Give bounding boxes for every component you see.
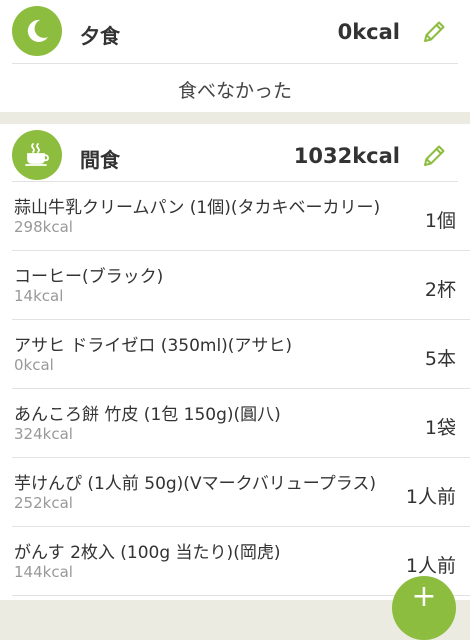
snack-edit-pencil-icon[interactable] <box>420 142 448 170</box>
food-item-kcal: 144kcal <box>14 563 73 581</box>
dinner-card: 夕食 0kcal 食べなかった <box>0 0 470 112</box>
food-item-name: アサヒ ドライゼロ (350ml)(アサヒ) <box>14 336 293 356</box>
dinner-header: 夕食 0kcal <box>0 0 470 60</box>
food-item-kcal: 324kcal <box>14 425 73 443</box>
food-item-qty: 2杯 <box>424 279 456 301</box>
food-item-name: コーヒー(ブラック) <box>14 267 164 287</box>
dinner-empty-text: 食べなかった <box>177 80 292 102</box>
food-item-name: がんす 2枚入 (100g 当たり)(岡虎) <box>14 543 281 563</box>
food-item-name: 芋けんぴ (1人前 50g)(Vマークバリュープラス) <box>14 474 376 494</box>
dinner-kcal: 0kcal <box>337 20 400 44</box>
snack-kcal: 1032kcal <box>293 144 400 168</box>
divider <box>12 63 458 64</box>
food-item[interactable]: 芋けんぴ (1人前 50g)(Vマークバリュープラス) 252kcal 1人前 <box>0 458 470 527</box>
coffee-cup-icon <box>12 130 62 180</box>
food-item-qty: 1人前 <box>405 486 456 508</box>
food-item-qty: 1個 <box>424 210 456 232</box>
food-item[interactable]: あんころ餅 竹皮 (1包 150g)(圓八) 324kcal 1袋 <box>0 389 470 458</box>
dinner-edit-pencil-icon[interactable] <box>420 18 448 46</box>
food-item-qty: 1袋 <box>424 417 456 439</box>
plus-icon: + <box>411 579 437 614</box>
add-button[interactable]: + <box>392 576 456 640</box>
snack-card: 間食 1032kcal 蒜山牛乳クリームパン (1個)(タカキベーカリー) 29… <box>0 124 470 600</box>
food-item-kcal: 0kcal <box>14 356 54 374</box>
food-item-name: 蒜山牛乳クリームパン (1個)(タカキベーカリー) <box>14 198 381 218</box>
food-item[interactable]: 蒜山牛乳クリームパン (1個)(タカキベーカリー) 298kcal 1個 <box>0 182 470 251</box>
food-item[interactable]: アサヒ ドライゼロ (350ml)(アサヒ) 0kcal 5本 <box>0 320 470 389</box>
food-item-kcal: 14kcal <box>14 287 64 305</box>
food-item-kcal: 298kcal <box>14 218 73 236</box>
food-item-kcal: 252kcal <box>14 494 73 512</box>
food-item[interactable]: コーヒー(ブラック) 14kcal 2杯 <box>0 251 470 320</box>
food-item-qty: 5本 <box>424 348 456 370</box>
dinner-title: 夕食 <box>80 24 120 48</box>
snack-title: 間食 <box>80 148 120 172</box>
moon-icon <box>12 6 62 56</box>
food-item-qty: 1人前 <box>405 555 456 577</box>
food-item-name: あんころ餅 竹皮 (1包 150g)(圓八) <box>14 405 281 425</box>
snack-header: 間食 1032kcal <box>0 124 470 184</box>
